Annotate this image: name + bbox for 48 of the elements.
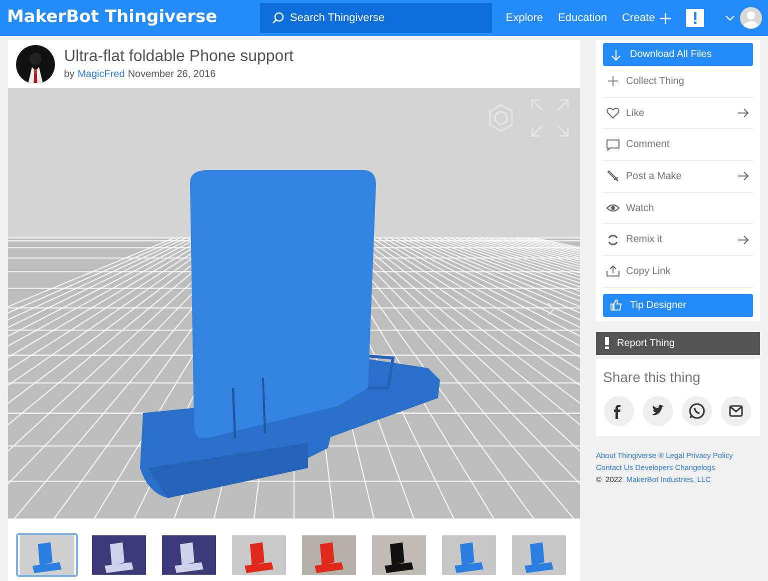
author-link[interactable]: MagicFred	[78, 66, 125, 82]
tip-button[interactable]: Tip Designer	[603, 294, 753, 317]
exclamation-icon	[605, 337, 609, 350]
avatar-icon	[16, 44, 55, 84]
thumbnail[interactable]	[300, 533, 358, 577]
thumbnail[interactable]	[230, 533, 288, 577]
thumbnail[interactable]	[160, 533, 218, 577]
chevron-down-icon[interactable]	[725, 15, 735, 21]
share-icon	[606, 264, 620, 278]
comment-icon	[606, 138, 620, 152]
mail-icon[interactable]	[721, 396, 751, 426]
date-text: November 26, 2016	[128, 68, 216, 82]
action-item[interactable]: Collect Thing	[603, 66, 753, 98]
thumbnail[interactable]	[16, 533, 78, 577]
report-button[interactable]: Report Thing	[596, 332, 760, 355]
share-title: Share this thing	[603, 368, 702, 387]
logo-text[interactable]: MakerBot	[7, 5, 99, 31]
arrow-down-icon	[610, 48, 622, 60]
thumbnail[interactable]	[510, 533, 568, 577]
refresh-icon	[606, 232, 620, 247]
plus-icon	[660, 12, 671, 24]
create-menu[interactable]: Create	[622, 10, 671, 26]
thing-title: Ultra-flat foldable Phone support	[64, 46, 294, 66]
action-item[interactable]: Post a Make	[603, 161, 753, 193]
byline-text: by	[64, 68, 75, 82]
nav-link[interactable]: Explore	[506, 10, 544, 26]
plus-icon	[606, 74, 620, 88]
action-item[interactable]: Copy Link	[603, 256, 753, 288]
thumbnail[interactable]	[370, 533, 428, 577]
nav-link[interactable]: Education	[558, 10, 607, 26]
thumbnail[interactable]	[90, 533, 148, 577]
alert-icon[interactable]	[686, 9, 704, 27]
pencil-icon	[606, 169, 620, 184]
action-item[interactable]: Watch	[603, 192, 753, 224]
logo-text[interactable]: Thingiverse	[104, 5, 218, 31]
action-item[interactable]: Remix it	[603, 224, 753, 256]
action-item[interactable]: Comment	[603, 129, 753, 162]
thumbnail[interactable]	[440, 533, 498, 577]
search-field[interactable]: Search Thingiverse	[260, 3, 492, 33]
facebook-icon[interactable]	[604, 396, 634, 426]
action-item[interactable]: Like	[603, 98, 753, 130]
search-icon	[272, 12, 284, 24]
download-button[interactable]: Download All Files	[603, 43, 753, 66]
phone-bubble-icon[interactable]	[682, 396, 712, 426]
bird-icon[interactable]	[643, 396, 673, 426]
thumbs-up-icon	[610, 299, 622, 312]
avatar-icon[interactable]	[740, 7, 762, 29]
heart-icon	[606, 106, 620, 120]
